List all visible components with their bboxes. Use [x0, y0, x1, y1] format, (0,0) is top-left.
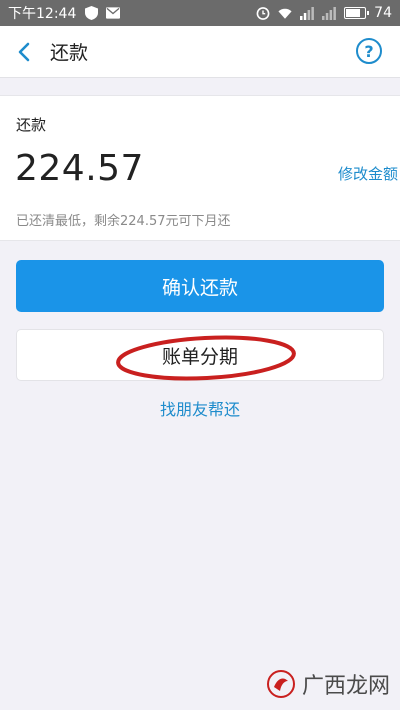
help-icon: ? — [364, 41, 374, 61]
watermark-logo-icon — [266, 670, 295, 698]
mail-icon — [106, 6, 121, 20]
repay-label: 还款 — [16, 116, 47, 134]
repay-amount: 224.57 — [15, 148, 144, 189]
chevron-left-icon — [18, 42, 30, 61]
repay-hint: 已还清最低，剩余224.57元可下月还 — [16, 214, 231, 229]
signal-icon — [300, 6, 315, 20]
nav-bar: 还款 ? — [0, 26, 400, 78]
wifi-icon — [278, 6, 292, 20]
help-button[interactable]: ? — [356, 38, 382, 64]
watermark-text: 广西龙网 — [301, 674, 390, 699]
installment-button[interactable]: 账单分期 — [16, 329, 384, 381]
back-button[interactable] — [2, 26, 46, 78]
page-title: 还款 — [50, 42, 89, 64]
shield-icon — [84, 6, 98, 20]
friend-help-link[interactable]: 找朋友帮还 — [0, 396, 400, 420]
signal-2-icon — [322, 6, 337, 20]
status-bar: 下午12:44 74 — [0, 0, 400, 26]
status-left: 下午12:44 — [8, 3, 121, 23]
modify-amount-link[interactable]: 修改金额 — [338, 163, 398, 184]
confirm-repay-button[interactable]: 确认还款 — [16, 260, 384, 312]
status-time: 下午12:44 — [8, 6, 77, 22]
watermark: 广西龙网 — [266, 668, 390, 700]
repay-card: 还款 224.57 修改金额 已还清最低，剩余224.57元可下月还 — [0, 95, 400, 241]
battery-icon — [344, 7, 370, 19]
alarm-icon — [256, 6, 270, 20]
battery-level: 74 — [374, 5, 392, 21]
status-right: 74 — [256, 5, 392, 21]
